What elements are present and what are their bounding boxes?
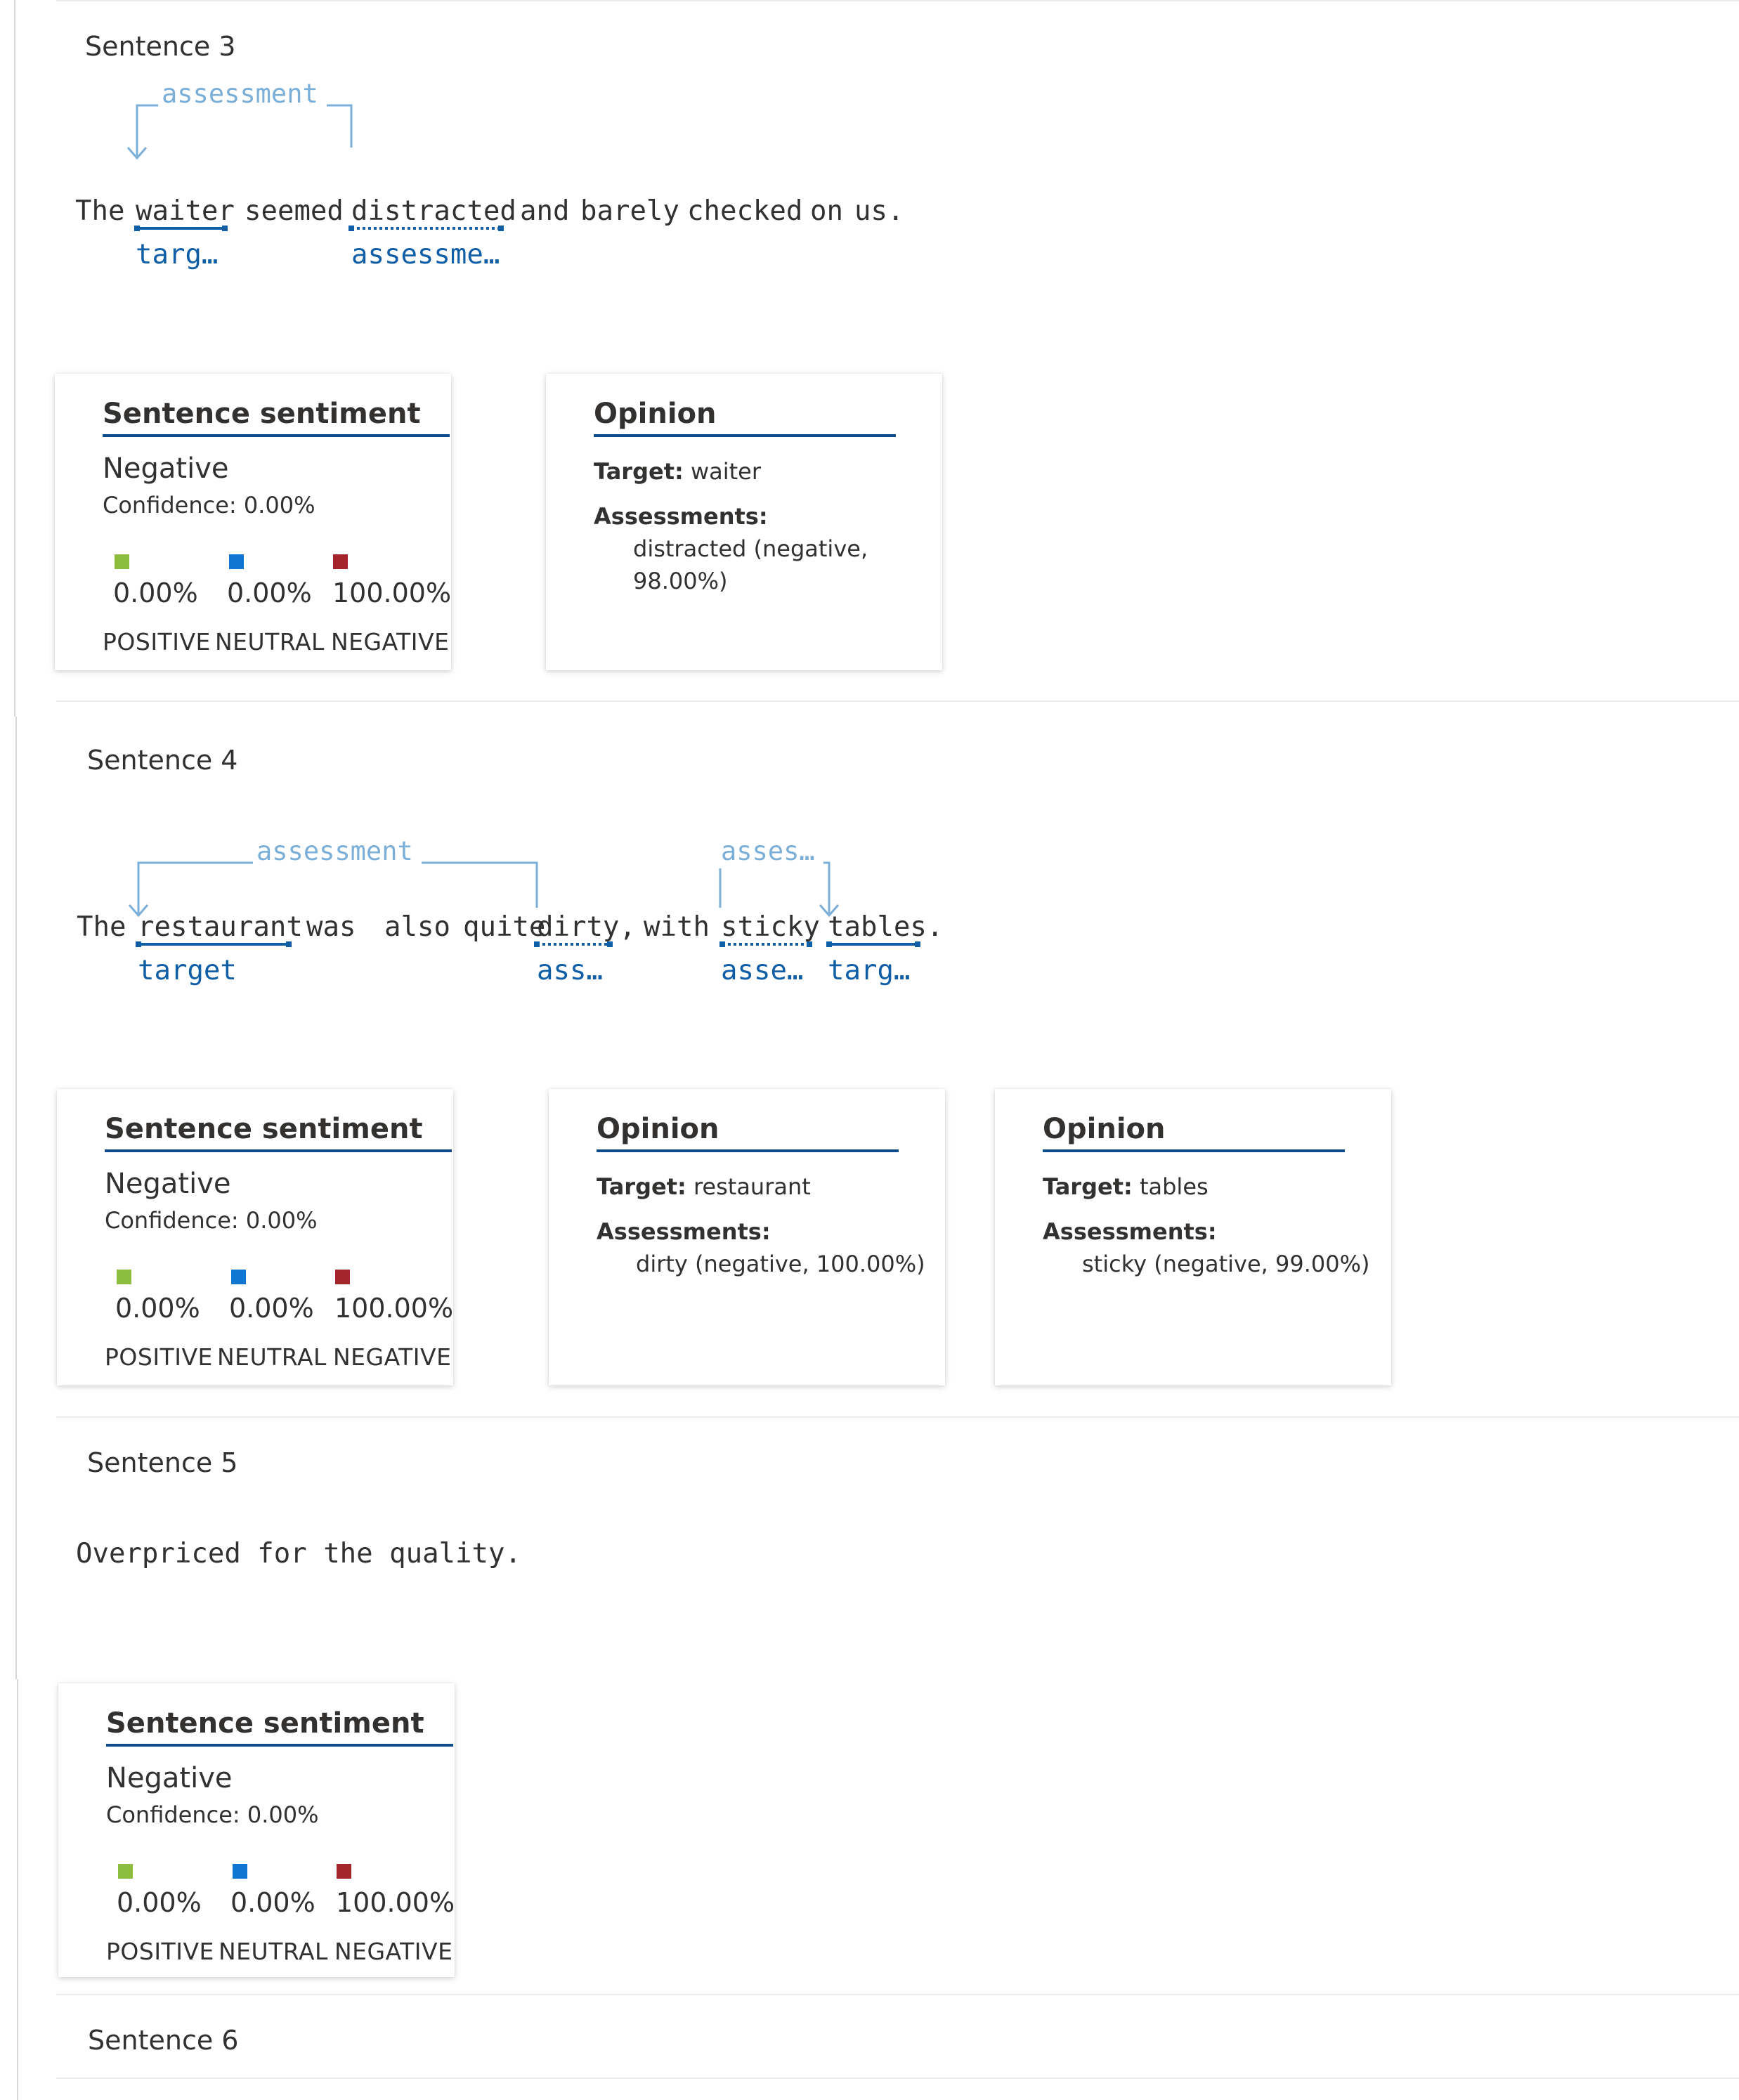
card-title: Sentence sentiment <box>103 398 450 437</box>
negative-label: NEGATIVE <box>334 1938 453 1965</box>
sentiment-label: Negative <box>106 1762 233 1794</box>
assessment-value: sticky (negative, 99.00%) <box>1082 1251 1370 1277</box>
target-tag: targ… <box>828 955 910 986</box>
confidence-text: Confidence: 0.00% <box>106 1801 319 1828</box>
assessment-tag: asse… <box>721 955 803 986</box>
sentence-text: Overpriced for the quality. <box>76 1538 521 1570</box>
sentence-6-section: Sentence 6 <box>0 1994 1739 2100</box>
negative-score: 100.00% <box>332 578 452 608</box>
target-tag: target <box>138 955 237 986</box>
opinion-target: Target: waiter <box>594 458 762 485</box>
negative-score: 100.00% <box>336 1887 455 1918</box>
relation-label: assessment <box>256 836 413 866</box>
assessment-value: dirty (negative, 100.00%) <box>636 1251 925 1277</box>
relation-diagram: assessment asses… The restaurant was also qu… <box>77 836 943 986</box>
annotated-sentence: assessment The waiter seemed distracted and b… <box>0 79 984 288</box>
section-divider <box>56 700 1739 702</box>
sentence-4-section: Sentence 4 assessment asses… The restaura… <box>0 703 1739 1416</box>
target-tag: targ… <box>136 239 218 270</box>
sentence-sentiment-card: Sentence sentiment Negative Confidence: … <box>57 1089 453 1385</box>
neutral-swatch-icon <box>233 1864 247 1879</box>
positive-swatch-icon <box>118 1864 133 1879</box>
confidence-text: Confidence: 0.00% <box>103 492 315 519</box>
sentiment-label: Negative <box>103 452 229 485</box>
annotated-sentence: assessment asses… The restaurant was also qu… <box>0 836 984 1045</box>
sentence-title: Sentence 4 <box>87 745 238 776</box>
sentiment-label: Negative <box>105 1168 231 1200</box>
sentence-text: The waiter seemed distracted and barely checke… <box>75 195 904 227</box>
negative-swatch-icon <box>337 1864 351 1879</box>
neutral-score: 0.00% <box>229 1293 314 1324</box>
positive-swatch-icon <box>117 1270 131 1284</box>
assessment-tag: ass… <box>537 955 603 986</box>
negative-swatch-icon <box>333 554 348 569</box>
sentence-5-section: Sentence 5 Overpriced for the quality. S… <box>0 1416 1739 1994</box>
neutral-score: 0.00% <box>230 1887 315 1918</box>
sentence-title: Sentence 5 <box>87 1447 238 1478</box>
opinion-target: Target: tables <box>1043 1173 1209 1200</box>
card-title: Opinion <box>1043 1113 1345 1152</box>
negative-label: NEGATIVE <box>331 628 450 656</box>
positive-score: 0.00% <box>113 578 198 608</box>
sentence-title: Sentence 6 <box>88 2025 239 2056</box>
sentence-title: Sentence 3 <box>85 31 236 62</box>
sentence-sentiment-card: Sentence sentiment Negative Confidence: … <box>58 1683 455 1977</box>
relation-arc <box>136 104 353 156</box>
assessments-label: Assessments: <box>597 1218 771 1245</box>
assessments-label: Assessments: <box>594 503 768 530</box>
sentence-sentiment-card: Sentence sentiment Negative Confidence: … <box>55 374 451 670</box>
positive-label: POSITIVE <box>106 1938 214 1965</box>
neutral-swatch-icon <box>231 1270 246 1284</box>
positive-score: 0.00% <box>115 1293 200 1324</box>
opinion-card: Opinion Target: tables Assessments: stic… <box>995 1089 1391 1385</box>
positive-score: 0.00% <box>117 1887 202 1918</box>
negative-score: 100.00% <box>334 1293 454 1324</box>
card-title: Opinion <box>594 398 896 437</box>
sentence-3-section: Sentence 3 assessment The waiter seemed dis… <box>0 0 1739 700</box>
relation-arc <box>719 861 831 913</box>
relation-label: assessment <box>162 79 318 109</box>
neutral-label: NEUTRAL <box>217 1343 327 1371</box>
positive-swatch-icon <box>115 554 129 569</box>
opinion-card: Opinion Target: waiter Assessments: dist… <box>546 374 942 670</box>
opinion-card: Opinion Target: restaurant Assessments: … <box>549 1089 945 1385</box>
card-title: Opinion <box>597 1113 899 1152</box>
sentence-text: The restaurant was also quitedirty, with stick… <box>77 911 943 943</box>
negative-swatch-icon <box>335 1270 350 1284</box>
neutral-swatch-icon <box>229 554 244 569</box>
card-title: Sentence sentiment <box>106 1707 453 1747</box>
relation-label: asses… <box>721 836 815 866</box>
neutral-label: NEUTRAL <box>215 628 325 656</box>
neutral-label: NEUTRAL <box>219 1938 328 1965</box>
relation-diagram: assessment The waiter seemed distracted and b… <box>75 79 904 270</box>
positive-label: POSITIVE <box>105 1343 213 1371</box>
assessment-tag: assessme… <box>351 239 500 270</box>
positive-label: POSITIVE <box>103 628 211 656</box>
negative-label: NEGATIVE <box>333 1343 452 1371</box>
opinion-target: Target: restaurant <box>597 1173 811 1200</box>
card-title: Sentence sentiment <box>105 1113 452 1152</box>
relation-arc <box>137 861 538 913</box>
confidence-text: Confidence: 0.00% <box>105 1207 318 1234</box>
neutral-score: 0.00% <box>227 578 312 608</box>
assessments-label: Assessments: <box>1043 1218 1217 1245</box>
assessment-value: distracted (negative, 98.00%) <box>633 535 868 594</box>
